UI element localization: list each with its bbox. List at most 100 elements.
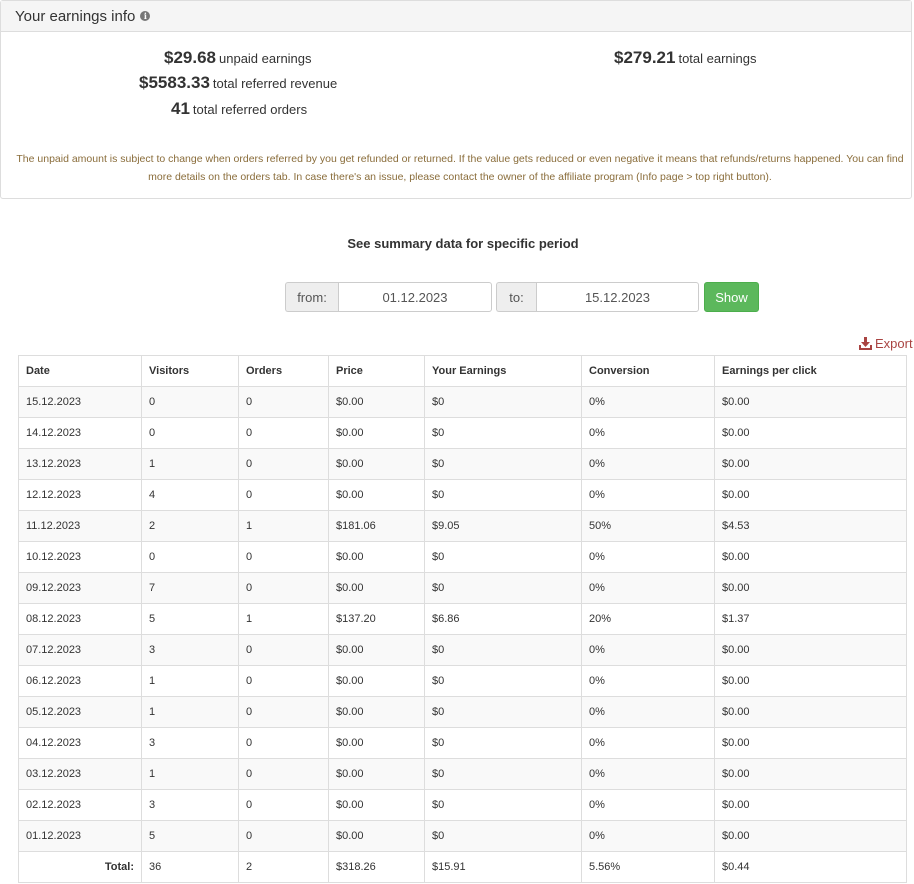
cell-date: 03.12.2023 <box>18 758 142 790</box>
referred-revenue-value: $5583.33 <box>139 73 210 92</box>
cell-visitors: 4 <box>141 479 239 511</box>
cell-date: 14.12.2023 <box>18 417 142 449</box>
table-row: 04.12.2023 3 0 $0.00 $0 0% $0.00 <box>18 727 907 759</box>
cell-price: $0.00 <box>328 417 425 449</box>
cell-orders: 0 <box>238 758 329 790</box>
table-row: 09.12.2023 7 0 $0.00 $0 0% $0.00 <box>18 572 907 604</box>
cell-price: $0.00 <box>328 727 425 759</box>
cell-price: $0.00 <box>328 789 425 821</box>
cell-visitors: 0 <box>141 417 239 449</box>
export-label: Export <box>875 336 913 351</box>
total-price: $318.26 <box>328 851 425 883</box>
cell-conversion: 0% <box>581 634 715 666</box>
cell-visitors: 1 <box>141 448 239 480</box>
summary-title: See summary data for specific period <box>347 236 579 251</box>
cell-your-earnings: $0 <box>424 417 582 449</box>
cell-orders: 0 <box>238 789 329 821</box>
cell-date: 09.12.2023 <box>18 572 142 604</box>
panel-heading: Your earnings info i <box>1 1 911 32</box>
cell-price: $0.00 <box>328 479 425 511</box>
total-earnings-value: $279.21 <box>614 48 676 67</box>
cell-visitors: 3 <box>141 634 239 666</box>
table-row: 07.12.2023 3 0 $0.00 $0 0% $0.00 <box>18 634 907 666</box>
table-row: 08.12.2023 5 1 $137.20 $6.86 20% $1.37 <box>18 603 907 635</box>
cell-earnings-per-click: $0.00 <box>714 417 907 449</box>
cell-price: $0.00 <box>328 386 425 418</box>
cell-conversion: 0% <box>581 789 715 821</box>
cell-visitors: 1 <box>141 758 239 790</box>
show-button[interactable]: Show <box>704 282 759 312</box>
to-date-input[interactable]: 15.12.2023 <box>536 282 699 312</box>
cell-conversion: 0% <box>581 541 715 573</box>
cell-visitors: 5 <box>141 603 239 635</box>
cell-orders: 0 <box>238 820 329 852</box>
cell-conversion: 0% <box>581 727 715 759</box>
to-date-group: to: 15.12.2023 <box>496 282 699 312</box>
cell-visitors: 5 <box>141 820 239 852</box>
table-row: 15.12.2023 0 0 $0.00 $0 0% $0.00 <box>18 386 907 418</box>
info-circle-icon[interactable]: i <box>140 11 151 21</box>
cell-conversion: 0% <box>581 696 715 728</box>
cell-date: 11.12.2023 <box>18 510 142 542</box>
column-header-conversion: Conversion <box>581 355 715 387</box>
cell-date: 05.12.2023 <box>18 696 142 728</box>
cell-orders: 0 <box>238 572 329 604</box>
cell-orders: 0 <box>238 386 329 418</box>
unpaid-notice: The unpaid amount is subject to change w… <box>16 153 904 183</box>
table-row: 12.12.2023 4 0 $0.00 $0 0% $0.00 <box>18 479 907 511</box>
cell-earnings-per-click: $4.53 <box>714 510 907 542</box>
table-row: 02.12.2023 3 0 $0.00 $0 0% $0.00 <box>18 789 907 821</box>
cell-orders: 1 <box>238 510 329 542</box>
unpaid-earnings-label: unpaid earnings <box>219 51 312 66</box>
unpaid-earnings-stat: $29.68 unpaid earnings <box>164 48 312 68</box>
cell-your-earnings: $0 <box>424 572 582 604</box>
cell-conversion: 0% <box>581 665 715 697</box>
cell-your-earnings: $0 <box>424 789 582 821</box>
cell-earnings-per-click: $0.00 <box>714 789 907 821</box>
cell-visitors: 0 <box>141 386 239 418</box>
cell-date: 12.12.2023 <box>18 479 142 511</box>
total-conversion: 5.56% <box>581 851 715 883</box>
cell-price: $0.00 <box>328 572 425 604</box>
cell-orders: 1 <box>238 603 329 635</box>
cell-conversion: 20% <box>581 603 715 635</box>
cell-earnings-per-click: $0.00 <box>714 479 907 511</box>
column-header-your-earnings: Your Earnings <box>424 355 582 387</box>
cell-your-earnings: $0 <box>424 820 582 852</box>
cell-earnings-per-click: $0.00 <box>714 696 907 728</box>
total-your-earnings: $15.91 <box>424 851 582 883</box>
export-button[interactable]: Export <box>859 336 913 351</box>
cell-price: $0.00 <box>328 696 425 728</box>
from-date-input[interactable]: 01.12.2023 <box>338 282 492 312</box>
table-row: 13.12.2023 1 0 $0.00 $0 0% $0.00 <box>18 448 907 480</box>
cell-orders: 0 <box>238 479 329 511</box>
cell-orders: 0 <box>238 634 329 666</box>
cell-your-earnings: $6.86 <box>424 603 582 635</box>
cell-earnings-per-click: $0.00 <box>714 541 907 573</box>
cell-conversion: 50% <box>581 510 715 542</box>
cell-conversion: 0% <box>581 572 715 604</box>
cell-conversion: 0% <box>581 820 715 852</box>
column-header-price: Price <box>328 355 425 387</box>
unpaid-earnings-value: $29.68 <box>164 48 216 67</box>
cell-earnings-per-click: $0.00 <box>714 386 907 418</box>
download-icon <box>859 337 872 350</box>
cell-price: $0.00 <box>328 758 425 790</box>
table-row: 06.12.2023 1 0 $0.00 $0 0% $0.00 <box>18 665 907 697</box>
from-label: from: <box>285 282 338 312</box>
total-earnings-label: total earnings <box>678 51 757 66</box>
cell-orders: 0 <box>238 448 329 480</box>
cell-your-earnings: $0 <box>424 758 582 790</box>
referred-orders-label: total referred orders <box>192 102 308 117</box>
cell-your-earnings: $0 <box>424 448 582 480</box>
cell-price: $137.20 <box>328 603 425 635</box>
column-header-date: Date <box>18 355 142 387</box>
cell-date: 06.12.2023 <box>18 665 142 697</box>
cell-earnings-per-click: $0.00 <box>714 820 907 852</box>
from-date-group: from: 01.12.2023 <box>285 282 492 312</box>
total-visitors: 36 <box>141 851 239 883</box>
total-earnings-per-click: $0.44 <box>714 851 907 883</box>
total-label: Total: <box>18 851 142 883</box>
cell-earnings-per-click: $0.00 <box>714 665 907 697</box>
cell-date: 10.12.2023 <box>18 541 142 573</box>
